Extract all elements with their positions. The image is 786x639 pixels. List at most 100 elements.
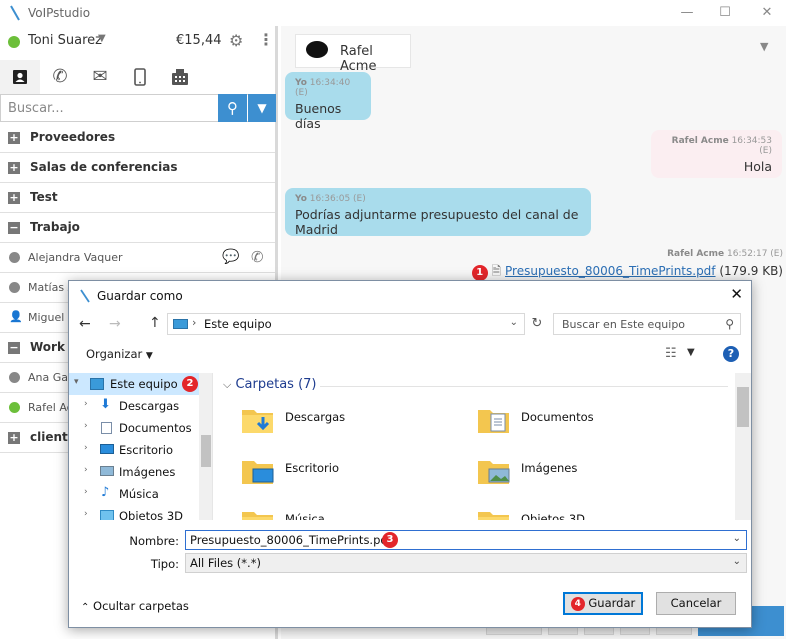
folder-item[interactable]: Documentos <box>477 405 697 449</box>
tree-item-documents[interactable]: › Documentos <box>69 417 199 439</box>
organize-menu[interactable]: Organizar ▼ <box>86 347 153 361</box>
person-icon: 👤 <box>9 310 23 323</box>
tab-mobile[interactable] <box>120 60 160 94</box>
chevron-right-icon[interactable]: › <box>84 399 88 409</box>
more-menu-icon[interactable]: ⋮ <box>258 30 274 49</box>
message-text: Buenos días <box>295 101 342 131</box>
user-name[interactable]: Toni Suarez <box>28 33 102 48</box>
tree-item-3d-objects[interactable]: › Objetos 3D <box>69 505 199 520</box>
collapse-icon[interactable]: − <box>8 222 20 234</box>
chevron-down-icon[interactable]: ▾ <box>74 377 79 387</box>
chevron-down-icon[interactable]: ⌄ <box>510 317 518 328</box>
section-header[interactable]: ⌵ Carpetas (7) <box>223 377 317 392</box>
breadcrumb-separator-icon: › <box>192 316 197 329</box>
help-icon[interactable]: ? <box>723 346 739 362</box>
folder-item[interactable]: Descargas <box>241 405 461 449</box>
file-link[interactable]: Presupuesto_80006_TimePrints.pdf <box>505 264 716 278</box>
folder-search-input[interactable] <box>554 314 714 334</box>
search-button[interactable]: ⚲ <box>218 94 247 122</box>
scrollbar-thumb[interactable] <box>201 435 211 467</box>
close-icon[interactable]: ✕ <box>730 285 743 303</box>
tree-scrollbar[interactable] <box>199 373 212 520</box>
pc-icon <box>173 319 188 329</box>
folder-search: ⚲ <box>553 313 741 335</box>
message-text: Podrías adjuntarme presupuesto del canal… <box>295 207 579 237</box>
folder-item[interactable]: Música <box>241 507 461 520</box>
save-label: Guardar <box>588 596 636 610</box>
save-as-dialog: Guardar como ✕ ← → ↑ › Este equipo ⌄ ↻ ⚲… <box>68 280 752 628</box>
expand-icon[interactable]: + <box>8 432 20 444</box>
chevron-right-icon[interactable]: › <box>84 465 88 475</box>
tree-item-label: Escritorio <box>119 443 174 457</box>
mobile-icon <box>134 68 146 86</box>
filename-input[interactable]: Presupuesto_80006_TimePrints.pdf 3 ⌄ <box>185 530 747 550</box>
tab-contacts[interactable] <box>0 60 40 94</box>
tab-messages[interactable]: ✉ <box>80 60 120 94</box>
scrollbar-thumb[interactable] <box>737 387 749 427</box>
group-row[interactable]: + Proveedores <box>0 123 275 153</box>
group-row[interactable]: − Trabajo <box>0 213 275 243</box>
search-input[interactable] <box>1 95 217 121</box>
collapse-icon[interactable]: − <box>8 342 20 354</box>
chevron-down-icon[interactable]: ▼ <box>98 33 106 44</box>
tree-item-label: Música <box>119 487 159 501</box>
voipstudio-logo-icon <box>80 289 90 303</box>
chat-tab[interactable]: Rafel Acme <box>295 34 411 74</box>
chevron-right-icon[interactable]: › <box>84 421 88 431</box>
address-bar[interactable]: › Este equipo ⌄ <box>167 313 525 335</box>
tab-fax[interactable] <box>160 60 200 94</box>
chat-bubble-icon[interactable]: 💬 <box>222 249 239 265</box>
message-bubble: Yo 16:36:05 (E) Podrías adjuntarme presu… <box>285 188 591 237</box>
group-row[interactable]: + Test <box>0 183 275 213</box>
filename-label: Nombre: <box>129 534 179 548</box>
folder-item[interactable]: Objetos 3D <box>477 507 697 520</box>
folder-scrollbar[interactable] <box>735 373 751 520</box>
expand-icon[interactable]: + <box>8 162 20 174</box>
message-meta: Yo 16:36:05 (E) <box>295 194 581 204</box>
user-bar: Toni Suarez ▼ €15,44 ⚙ ⋮ <box>0 26 275 56</box>
chevron-down-icon[interactable]: ▼ <box>687 347 695 358</box>
tree-item-desktop[interactable]: › Escritorio <box>69 439 199 461</box>
tree-item-pictures[interactable]: › Imágenes <box>69 461 199 483</box>
expand-icon[interactable]: + <box>8 192 20 204</box>
chevron-right-icon[interactable]: › <box>84 443 88 453</box>
close-window-icon[interactable]: ✕ <box>758 4 776 22</box>
refresh-icon[interactable]: ↻ <box>529 313 545 335</box>
folder-item[interactable]: Imágenes <box>477 456 697 500</box>
phone-icon[interactable]: ✆ <box>251 248 264 266</box>
tree-item-label: Imágenes <box>119 465 176 479</box>
tree-item-this-pc[interactable]: ▾ Este equipo 2 <box>69 373 199 395</box>
hide-folders-toggle[interactable]: ⌃ Ocultar carpetas <box>81 599 189 613</box>
presence-icon[interactable] <box>8 36 20 48</box>
chevron-right-icon[interactable]: › <box>84 487 88 497</box>
music-folder-icon <box>242 512 273 520</box>
view-options-icon[interactable]: ☷ <box>665 346 677 361</box>
back-arrow-icon[interactable]: ← <box>79 316 91 332</box>
search-icon: ⚲ <box>227 99 238 117</box>
chevron-right-icon[interactable]: › <box>84 509 88 519</box>
tab-calls[interactable]: ✆ <box>40 60 80 94</box>
chevron-down-icon[interactable]: ▼ <box>760 40 768 53</box>
maximize-icon[interactable]: ☐ <box>716 4 734 22</box>
cancel-button[interactable]: Cancelar <box>656 592 736 615</box>
minimize-icon[interactable]: — <box>678 4 696 22</box>
tree-item-downloads[interactable]: › ⬇ Descargas <box>69 395 199 417</box>
group-label: Salas de conferencias <box>30 160 178 174</box>
message-sender: Yo <box>295 194 307 204</box>
step-badge: 1 <box>471 265 488 281</box>
chat-bubble-icon <box>306 41 328 58</box>
save-button[interactable]: 4 Guardar <box>563 592 643 615</box>
up-arrow-icon[interactable]: ↑ <box>149 315 161 331</box>
filetype-select[interactable]: All Files (*.*) ⌄ <box>185 553 747 573</box>
search-options-button[interactable]: ▼ <box>248 94 276 122</box>
forward-arrow-icon[interactable]: → <box>109 316 121 332</box>
contact-row[interactable]: Alejandra Vaquer 💬 ✆ <box>0 243 275 273</box>
voipstudio-logo-icon <box>10 5 20 21</box>
message-meta: Rafel Acme 16:52:17 (E) <box>667 249 783 259</box>
tree-item-music[interactable]: › ♪ Música <box>69 483 199 505</box>
expand-icon[interactable]: + <box>8 132 20 144</box>
gear-icon[interactable]: ⚙ <box>229 31 243 50</box>
chevron-down-icon[interactable]: ⌄ <box>733 533 741 544</box>
folder-item[interactable]: Escritorio <box>241 456 461 500</box>
group-row[interactable]: + Salas de conferencias <box>0 153 275 183</box>
